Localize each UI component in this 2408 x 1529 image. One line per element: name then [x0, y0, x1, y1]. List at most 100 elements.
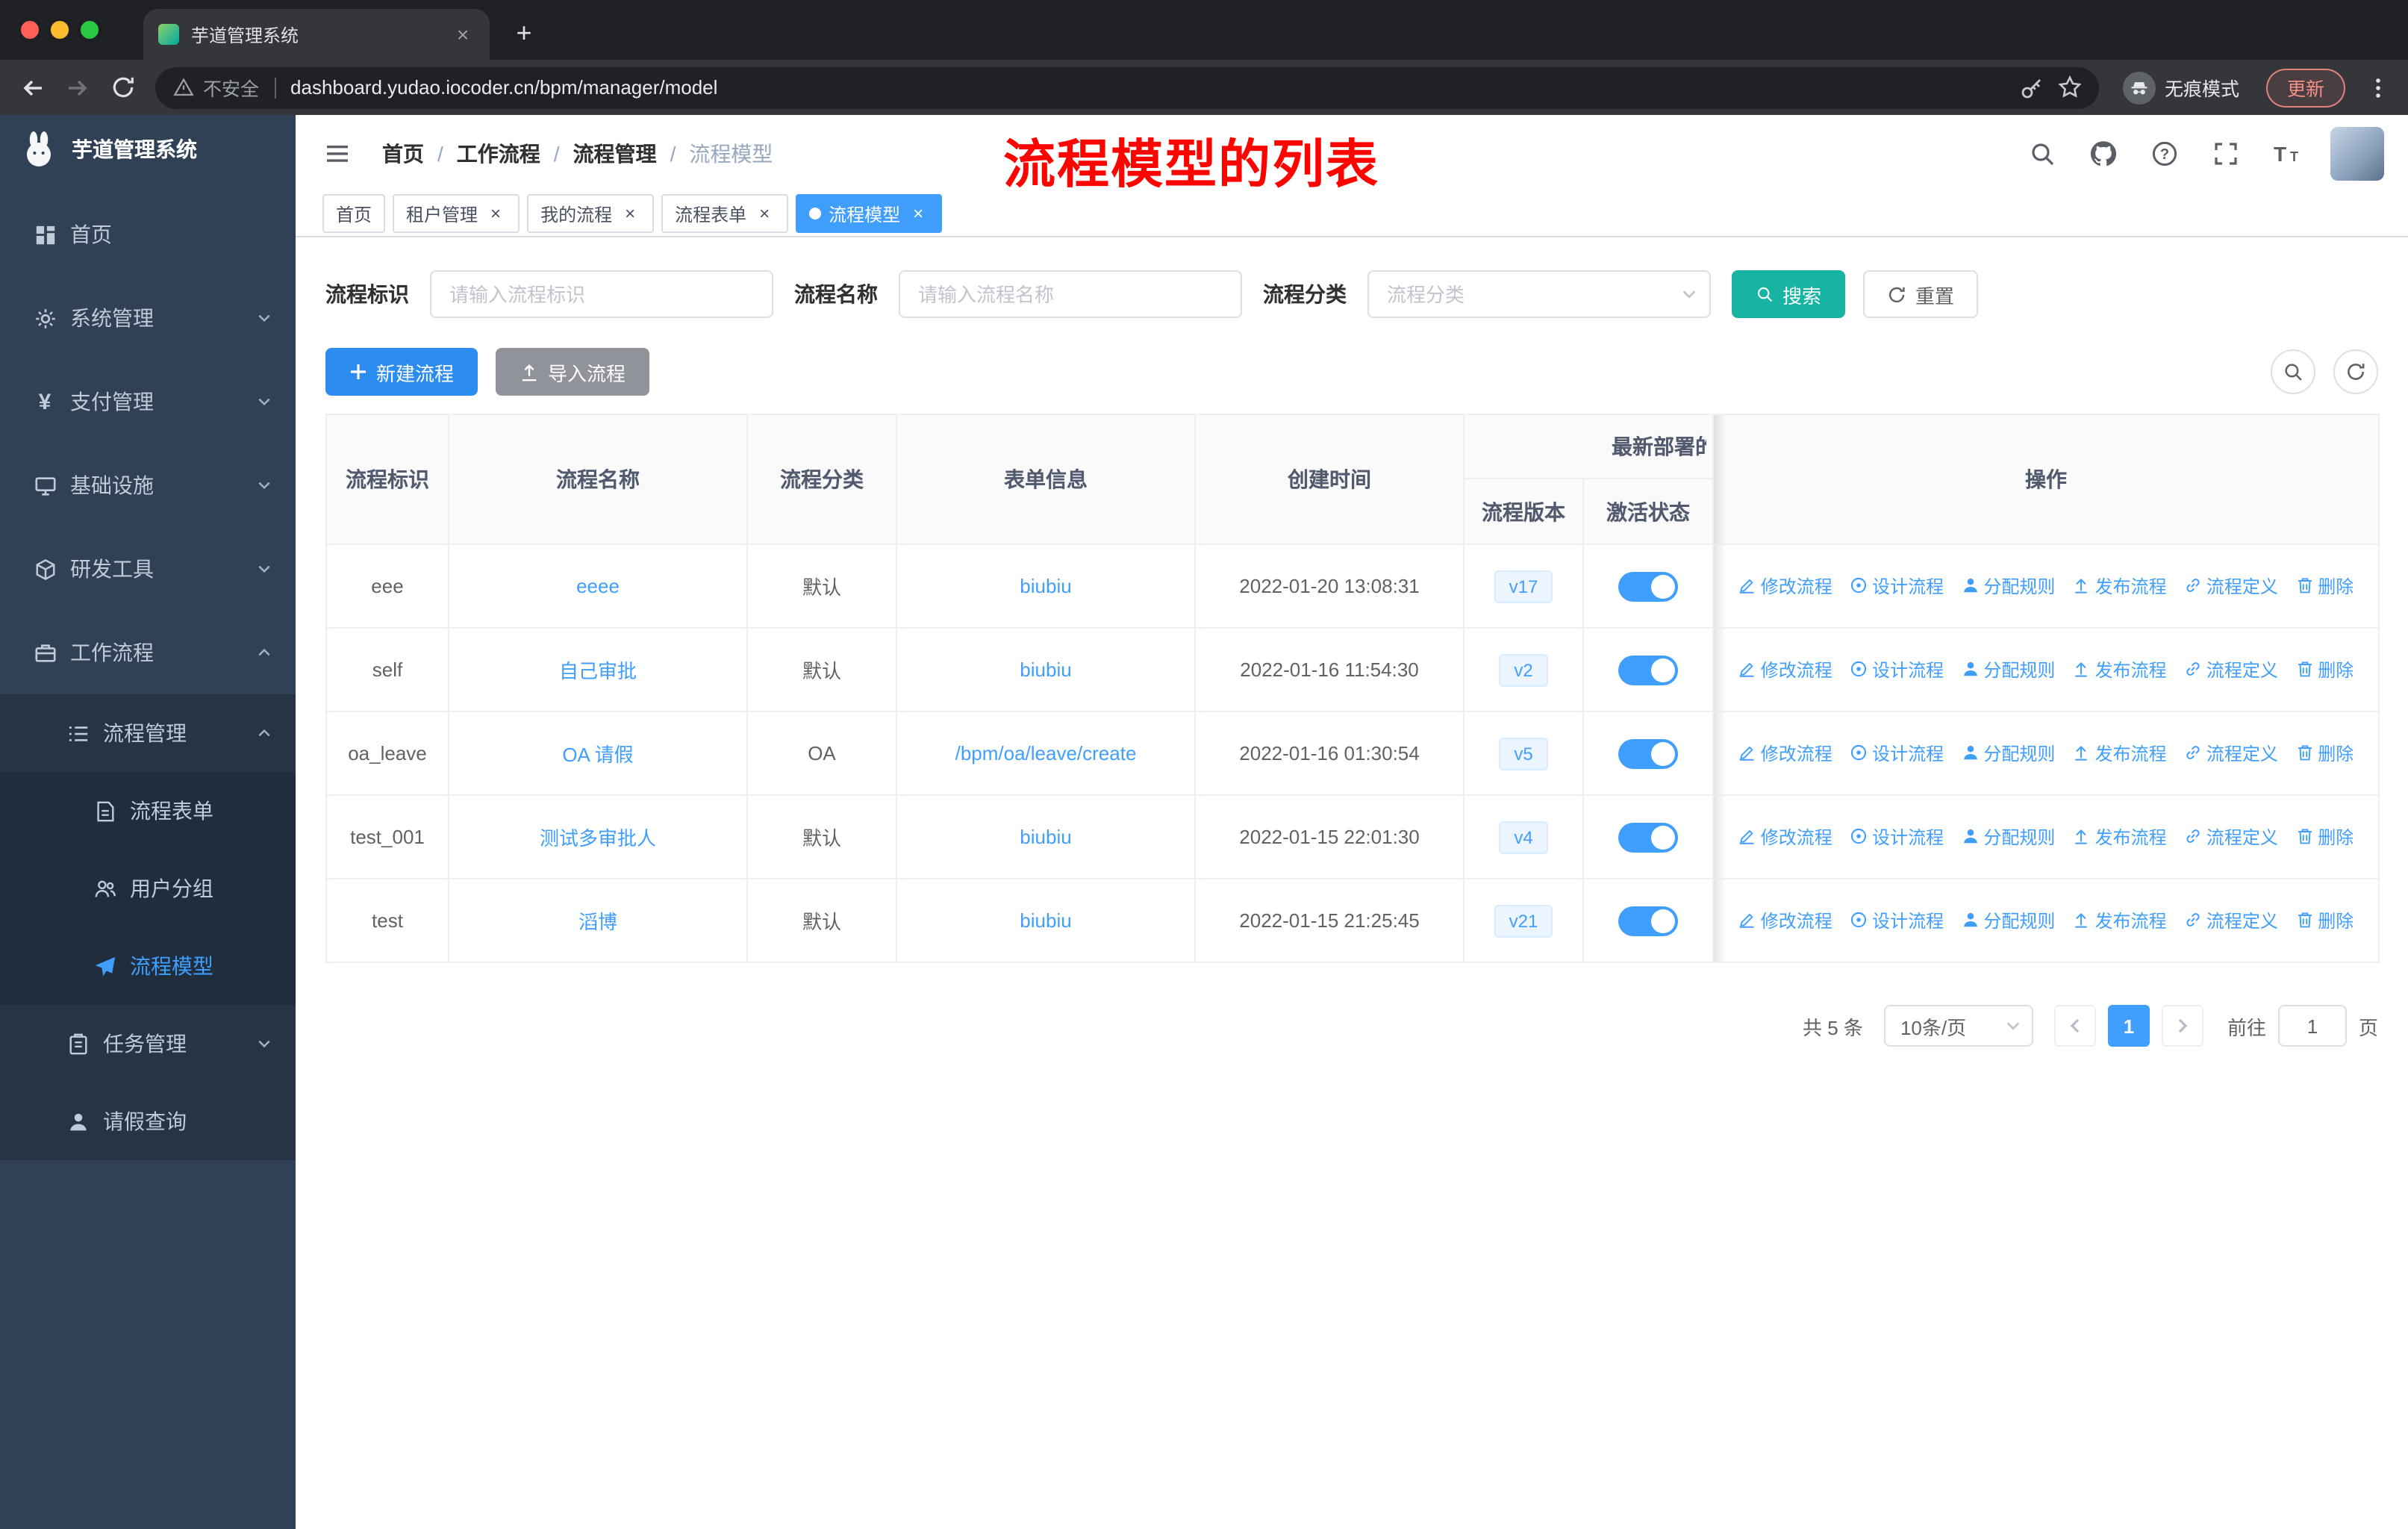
- version-tag[interactable]: v17: [1494, 570, 1553, 602]
- page-size-select[interactable]: 10条/页: [1883, 1005, 2033, 1047]
- op-publish-process[interactable]: 发布流程: [2073, 741, 2167, 766]
- browser-menu-button[interactable]: [2360, 69, 2396, 105]
- op-edit-process[interactable]: 修改流程: [1738, 824, 1832, 850]
- browser-tab[interactable]: 芋道管理系统: [143, 9, 490, 60]
- sidebar-item-home[interactable]: 首页: [0, 193, 296, 276]
- tag-home[interactable]: 首页: [322, 194, 386, 233]
- version-tag[interactable]: v2: [1499, 653, 1548, 686]
- address-bar[interactable]: 不安全 dashboard.yudao.iocoder.cn/bpm/manag…: [155, 66, 2099, 108]
- process-name-input[interactable]: [899, 270, 1242, 318]
- url-text[interactable]: dashboard.yudao.iocoder.cn/bpm/manager/m…: [290, 76, 2012, 99]
- op-edit-process[interactable]: 修改流程: [1738, 741, 1832, 766]
- prev-page-button[interactable]: [2053, 1005, 2096, 1047]
- op-delete[interactable]: 删除: [2295, 657, 2354, 682]
- op-design-process[interactable]: 设计流程: [1850, 908, 1944, 933]
- close-window-button[interactable]: [21, 21, 39, 39]
- sidebar-item-leave-query[interactable]: 请假查询: [0, 1083, 296, 1160]
- op-design-process[interactable]: 设计流程: [1850, 573, 1944, 599]
- font-size-button[interactable]: TT: [2269, 135, 2305, 171]
- active-toggle[interactable]: [1618, 822, 1678, 852]
- sidebar-item-system-management[interactable]: 系统管理: [0, 276, 296, 360]
- close-icon[interactable]: [620, 203, 640, 224]
- close-icon[interactable]: [754, 203, 775, 224]
- close-icon[interactable]: [908, 203, 929, 224]
- breadcrumb-process-management[interactable]: 流程管理: [573, 138, 657, 168]
- form-info-link[interactable]: biubiu: [1020, 575, 1071, 597]
- op-process-definition[interactable]: 流程定义: [2184, 741, 2278, 766]
- sidebar-item-process-form[interactable]: 流程表单: [0, 772, 296, 850]
- tag-process-form[interactable]: 流程表单: [661, 194, 789, 233]
- version-tag[interactable]: v4: [1499, 820, 1548, 853]
- process-name-link[interactable]: 测试多审批人: [540, 827, 656, 850]
- goto-page-input[interactable]: [2277, 1005, 2347, 1047]
- op-delete[interactable]: 删除: [2295, 908, 2354, 933]
- form-info-link[interactable]: /bpm/oa/leave/create: [955, 742, 1137, 764]
- op-publish-process[interactable]: 发布流程: [2073, 908, 2167, 933]
- version-tag[interactable]: v5: [1499, 737, 1548, 770]
- op-design-process[interactable]: 设计流程: [1850, 824, 1944, 850]
- reset-button[interactable]: 重置: [1863, 270, 1979, 318]
- op-design-process[interactable]: 设计流程: [1850, 741, 1944, 766]
- forward-button[interactable]: [57, 66, 99, 108]
- form-info-link[interactable]: biubiu: [1020, 658, 1071, 681]
- sidebar-item-workflow[interactable]: 工作流程: [0, 611, 296, 694]
- op-publish-process[interactable]: 发布流程: [2073, 657, 2167, 682]
- form-info-link[interactable]: biubiu: [1020, 826, 1071, 848]
- next-page-button[interactable]: [2161, 1005, 2203, 1047]
- op-delete[interactable]: 删除: [2295, 741, 2354, 766]
- op-edit-process[interactable]: 修改流程: [1738, 908, 1832, 933]
- form-info-link[interactable]: biubiu: [1020, 909, 1071, 932]
- app-logo[interactable]: 芋道管理系统: [0, 115, 296, 184]
- security-indicator[interactable]: 不安全: [173, 73, 259, 102]
- op-assign-rule[interactable]: 分配规则: [1961, 741, 2055, 766]
- sidebar-item-process-model[interactable]: 流程模型: [0, 927, 296, 1005]
- op-publish-process[interactable]: 发布流程: [2073, 573, 2167, 599]
- import-process-button[interactable]: 导入流程: [496, 348, 650, 396]
- sidebar-item-dev-tools[interactable]: 研发工具: [0, 527, 296, 611]
- back-button[interactable]: [12, 66, 54, 108]
- sidebar-item-user-group[interactable]: 用户分组: [0, 850, 296, 927]
- active-toggle[interactable]: [1618, 738, 1678, 768]
- incognito-profile-chip[interactable]: 无痕模式: [2111, 66, 2251, 108]
- breadcrumb-home[interactable]: 首页: [382, 138, 424, 168]
- bookmark-star-icon[interactable]: [2051, 68, 2090, 107]
- active-toggle[interactable]: [1618, 655, 1678, 685]
- process-name-link[interactable]: OA 请假: [562, 744, 633, 766]
- op-assign-rule[interactable]: 分配规则: [1961, 573, 2055, 599]
- reload-button[interactable]: [102, 66, 143, 108]
- op-process-definition[interactable]: 流程定义: [2184, 657, 2278, 682]
- close-icon[interactable]: [485, 203, 506, 224]
- tab-close-icon[interactable]: [451, 22, 475, 46]
- zoom-window-button[interactable]: [81, 21, 99, 39]
- fullscreen-button[interactable]: [2208, 135, 2244, 171]
- new-tab-button[interactable]: [505, 13, 543, 52]
- op-process-definition[interactable]: 流程定义: [2184, 824, 2278, 850]
- hamburger-icon[interactable]: [319, 135, 355, 171]
- refresh-table-button[interactable]: [2333, 349, 2378, 394]
- op-publish-process[interactable]: 发布流程: [2073, 824, 2167, 850]
- help-button[interactable]: ?: [2147, 135, 2183, 171]
- active-toggle[interactable]: [1618, 906, 1678, 935]
- active-toggle[interactable]: [1618, 571, 1678, 601]
- op-delete[interactable]: 删除: [2295, 824, 2354, 850]
- version-tag[interactable]: v21: [1494, 904, 1553, 937]
- browser-update-button[interactable]: 更新: [2265, 68, 2345, 107]
- password-key-icon[interactable]: [2012, 68, 2051, 107]
- github-button[interactable]: [2086, 135, 2121, 171]
- search-button[interactable]: 搜索: [1732, 270, 1846, 318]
- sidebar-item-payment-management[interactable]: 支付管理: [0, 360, 296, 443]
- user-avatar[interactable]: [2330, 126, 2384, 180]
- op-assign-rule[interactable]: 分配规则: [1961, 824, 2055, 850]
- process-name-link[interactable]: eeee: [576, 575, 620, 597]
- op-process-definition[interactable]: 流程定义: [2184, 908, 2278, 933]
- op-edit-process[interactable]: 修改流程: [1738, 657, 1832, 682]
- tag-tenant-management[interactable]: 租户管理: [393, 194, 520, 233]
- toggle-search-button[interactable]: [2271, 349, 2315, 394]
- op-edit-process[interactable]: 修改流程: [1738, 573, 1832, 599]
- op-process-definition[interactable]: 流程定义: [2184, 573, 2278, 599]
- process-name-link[interactable]: 自己审批: [559, 660, 637, 682]
- breadcrumb-workflow[interactable]: 工作流程: [457, 138, 540, 168]
- search-button[interactable]: [2024, 135, 2060, 171]
- op-design-process[interactable]: 设计流程: [1850, 657, 1944, 682]
- sidebar-item-task-management[interactable]: 任务管理: [0, 1005, 296, 1083]
